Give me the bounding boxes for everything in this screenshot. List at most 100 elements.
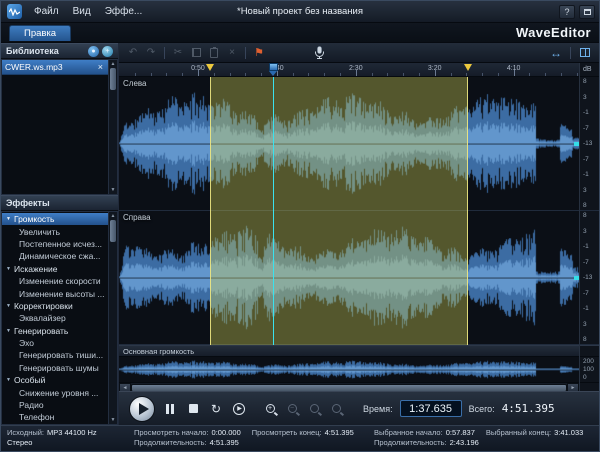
effects-scroll-thumb[interactable] bbox=[110, 220, 116, 242]
fit-view-icon bbox=[580, 48, 590, 57]
marker-button[interactable]: ⚑ bbox=[251, 45, 267, 61]
expand-icon[interactable]: ▼ bbox=[6, 216, 11, 222]
effect-label: Телефон bbox=[19, 412, 54, 422]
effects-header: Эффекты bbox=[1, 195, 118, 211]
expand-icon[interactable]: ▼ bbox=[6, 266, 11, 272]
tab-edit[interactable]: Правка bbox=[9, 25, 71, 41]
scroll-up-icon[interactable]: ▲ bbox=[111, 61, 116, 67]
playhead-marker[interactable] bbox=[269, 63, 278, 76]
effect-item-16[interactable]: Телефон bbox=[2, 411, 108, 423]
scroll-down-icon[interactable]: ▼ bbox=[111, 417, 116, 423]
db-value: -13 bbox=[583, 140, 599, 147]
effect-item-10[interactable]: Эхо bbox=[2, 337, 108, 349]
play-selection-icon: ▶ bbox=[233, 403, 245, 415]
effect-item-6[interactable]: Изменение высоты ... bbox=[2, 287, 108, 299]
effect-item-8[interactable]: Эквалайзер bbox=[2, 312, 108, 324]
time-display: 1:37.635 bbox=[400, 400, 462, 417]
selection-end-marker[interactable] bbox=[464, 64, 472, 71]
scroll-down-icon[interactable]: ▼ bbox=[111, 187, 116, 193]
stop-icon bbox=[189, 404, 198, 413]
main-area: ↶ ↷ ✂ × ⚑ ↔ bbox=[119, 43, 599, 425]
menu-file[interactable]: Файл bbox=[27, 4, 66, 19]
fit-view-button[interactable] bbox=[577, 45, 593, 61]
help-button[interactable]: ? bbox=[559, 5, 575, 19]
effect-item-9[interactable]: ▼Генерировать bbox=[2, 325, 108, 337]
zoom-out-icon: − bbox=[288, 404, 297, 413]
library-header-icons: ● + bbox=[88, 46, 113, 57]
expand-icon[interactable]: ▼ bbox=[6, 377, 11, 383]
playhead-marker-tip bbox=[269, 71, 277, 76]
expand-icon[interactable]: ▼ bbox=[6, 328, 11, 334]
loop-button[interactable]: ↻ bbox=[208, 401, 224, 417]
pause-button[interactable] bbox=[162, 401, 178, 417]
sel-end-value: 3:41.033 bbox=[554, 428, 583, 438]
play-button[interactable] bbox=[129, 396, 155, 422]
timeline-ruler[interactable]: 0:501:402:303:204:10 bbox=[119, 63, 579, 77]
zoom-in-button[interactable]: + bbox=[262, 401, 278, 417]
ruler-tick-label: 0:50 bbox=[191, 65, 205, 72]
db-scale-left: 83-1-7-13-7-138 bbox=[580, 77, 599, 211]
library-title: Библиотека bbox=[6, 46, 59, 56]
menu-view[interactable]: Вид bbox=[66, 4, 98, 19]
zoom-selection-icon bbox=[310, 404, 319, 413]
effect-item-12[interactable]: Генерировать шумы bbox=[2, 362, 108, 374]
effects-scrollbar[interactable]: ▲ ▼ bbox=[108, 212, 117, 424]
copy-button[interactable] bbox=[188, 45, 204, 61]
library-scroll-thumb[interactable] bbox=[110, 68, 116, 90]
volume-waveform-canvas[interactable] bbox=[119, 357, 579, 382]
effect-item-7[interactable]: ▼Корректировки bbox=[2, 300, 108, 312]
db-value: 3 bbox=[583, 321, 599, 328]
redo-button[interactable]: ↷ bbox=[143, 45, 159, 61]
status-bar: Исходный: MP3 44100 Hz Стерео Просмотрет… bbox=[1, 425, 599, 451]
marker-flag-icon: ⚑ bbox=[254, 46, 264, 59]
volume-track-lane[interactable] bbox=[119, 356, 579, 382]
sidebar: Библиотека ● + CWER.ws.mp3× ▲ ▼ Эффекты bbox=[1, 43, 119, 425]
remove-file-icon[interactable]: × bbox=[96, 62, 105, 72]
ruler-minor-tick bbox=[498, 73, 499, 76]
effect-item-5[interactable]: Изменение скорости bbox=[2, 275, 108, 287]
zoom-all-button[interactable] bbox=[328, 401, 344, 417]
record-button[interactable] bbox=[311, 45, 327, 61]
app-icon bbox=[7, 4, 22, 19]
library-scrollbar[interactable]: ▲ ▼ bbox=[108, 60, 117, 194]
effect-item-11[interactable]: Генерировать тиши... bbox=[2, 349, 108, 361]
effect-item-14[interactable]: Снижение уровня ... bbox=[2, 386, 108, 398]
effect-item-3[interactable]: Динамическое сжа... bbox=[2, 250, 108, 262]
playhead-line[interactable] bbox=[273, 77, 274, 345]
play-selection-button[interactable]: ▶ bbox=[231, 401, 247, 417]
zoom-selection-button[interactable] bbox=[306, 401, 322, 417]
library-header: Библиотека ● + bbox=[1, 43, 118, 59]
effect-item-1[interactable]: Увеличить bbox=[2, 225, 108, 237]
maximize-button[interactable] bbox=[579, 5, 595, 19]
volume-track-header[interactable]: Основная громкость bbox=[119, 345, 579, 356]
import-icon[interactable]: + bbox=[102, 46, 113, 57]
paste-button[interactable] bbox=[206, 45, 222, 61]
stop-button[interactable] bbox=[185, 401, 201, 417]
zoom-out-button[interactable]: − bbox=[284, 401, 300, 417]
scroll-mode-button[interactable]: ↔ bbox=[548, 45, 564, 61]
menu-effects[interactable]: Эффе... bbox=[98, 4, 150, 19]
selection-region[interactable] bbox=[210, 77, 468, 345]
library-file[interactable]: CWER.ws.mp3× bbox=[2, 60, 108, 75]
effect-item-4[interactable]: ▼Искажение bbox=[2, 263, 108, 275]
track-level-handle[interactable] bbox=[574, 276, 579, 280]
cut-button[interactable]: ✂ bbox=[170, 45, 186, 61]
globe-icon[interactable]: ● bbox=[88, 46, 99, 57]
view-end-value: 4:51.395 bbox=[325, 428, 354, 438]
toolbar-separator bbox=[570, 47, 571, 59]
undo-button[interactable]: ↶ bbox=[125, 45, 141, 61]
expand-icon[interactable]: ▼ bbox=[6, 303, 11, 309]
selection-start-marker[interactable] bbox=[206, 64, 214, 71]
scroll-up-icon[interactable]: ▲ bbox=[111, 213, 116, 219]
effect-item-0[interactable]: ▼Громкость bbox=[2, 213, 108, 225]
view-end-label: Просмотреть конец: bbox=[252, 428, 322, 438]
zoom-tools: + − bbox=[262, 401, 344, 417]
effect-item-13[interactable]: ▼Особый bbox=[2, 374, 108, 386]
track-level-handle[interactable] bbox=[574, 142, 579, 146]
source-label: Исходный: bbox=[7, 428, 44, 438]
delete-button[interactable]: × bbox=[224, 45, 240, 61]
library-list: CWER.ws.mp3× ▲ ▼ bbox=[1, 59, 118, 195]
ruler-minor-tick bbox=[214, 73, 215, 76]
effect-item-2[interactable]: Постепенное исчез... bbox=[2, 238, 108, 250]
effect-item-15[interactable]: Радио bbox=[2, 399, 108, 411]
